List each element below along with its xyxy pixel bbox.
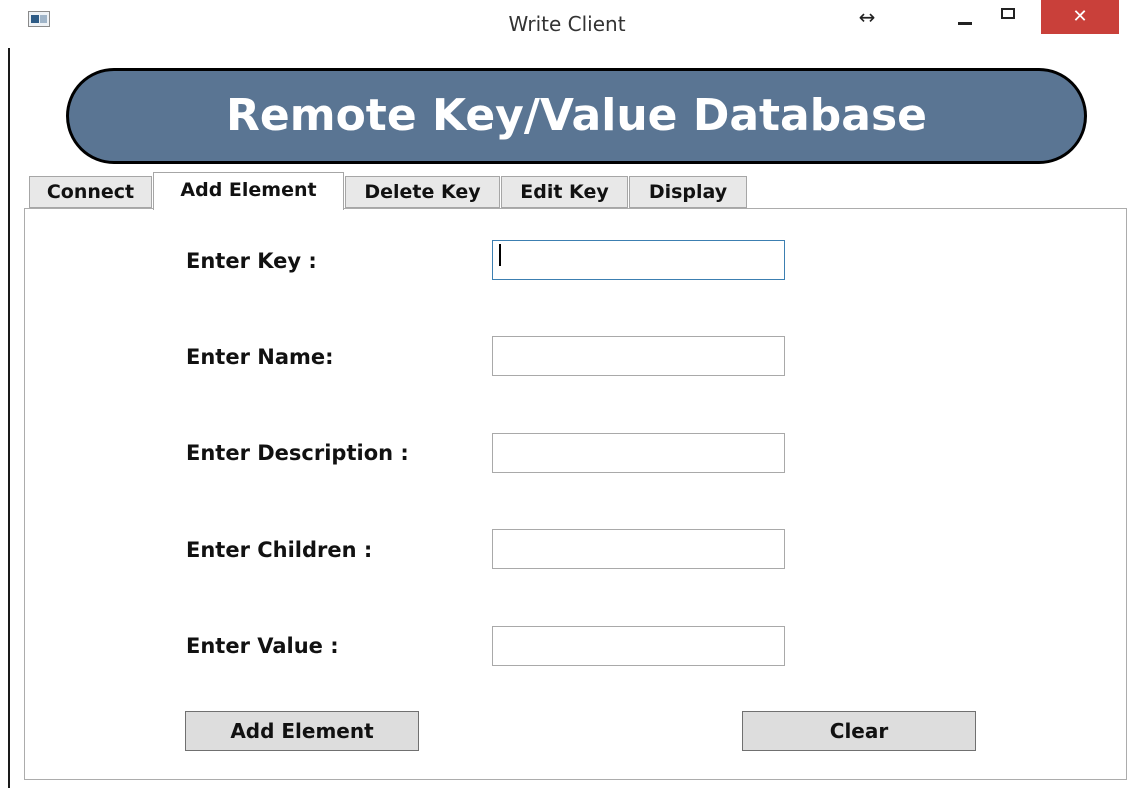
tab-add-element[interactable]: Add Element <box>153 172 344 210</box>
key-label: Enter Key : <box>186 249 317 273</box>
add-element-button[interactable]: Add Element <box>185 711 419 751</box>
add-element-panel <box>24 208 1127 780</box>
description-input[interactable] <box>492 433 785 473</box>
minimize-icon <box>958 22 972 25</box>
minimize-button[interactable] <box>943 0 987 34</box>
children-label: Enter Children : <box>186 538 373 562</box>
close-button[interactable]: ✕ <box>1041 0 1119 34</box>
tab-connect[interactable]: Connect <box>29 176 152 208</box>
title-bar[interactable]: Write Client ↔ ✕ <box>0 0 1134 48</box>
window-edge <box>8 0 10 788</box>
resize-icon: ↔ <box>858 5 876 29</box>
name-label: Enter Name: <box>186 345 334 369</box>
tab-display[interactable]: Display <box>629 176 747 208</box>
value-input[interactable] <box>492 626 785 666</box>
app-banner: Remote Key/Value Database <box>66 68 1087 164</box>
maximize-button[interactable] <box>987 0 1031 34</box>
value-label: Enter Value : <box>186 634 339 658</box>
maximize-icon <box>1001 8 1015 19</box>
clear-button[interactable]: Clear <box>742 711 976 751</box>
key-input[interactable] <box>492 240 785 280</box>
children-input[interactable] <box>492 529 785 569</box>
description-label: Enter Description : <box>186 441 409 465</box>
tab-delete-key[interactable]: Delete Key <box>345 176 500 208</box>
write-client-window: Write Client ↔ ✕ Remote Key/Value Databa… <box>0 0 1134 788</box>
close-icon: ✕ <box>1072 6 1088 27</box>
tab-edit-key[interactable]: Edit Key <box>501 176 628 208</box>
text-caret <box>499 244 501 266</box>
name-input[interactable] <box>492 336 785 376</box>
